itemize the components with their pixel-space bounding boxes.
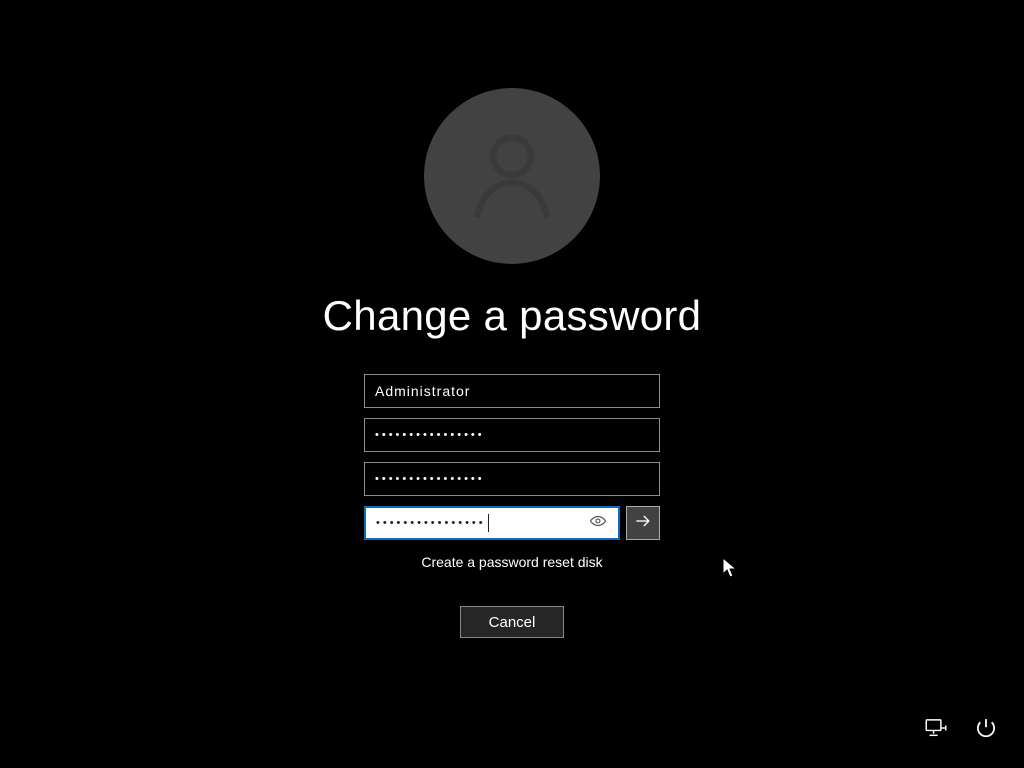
power-button[interactable] [972, 716, 1000, 744]
reset-disk-link[interactable]: Create a password reset disk [421, 554, 602, 570]
corner-controls [922, 716, 1000, 744]
eye-icon [589, 512, 607, 535]
old-password-field[interactable]: •••••••••••••••• [364, 418, 660, 452]
change-password-panel: Change a password •••••••••••••••• •••••… [0, 88, 1024, 638]
text-caret [488, 514, 489, 532]
network-button[interactable] [922, 716, 950, 744]
user-avatar [424, 88, 600, 264]
submit-button[interactable] [626, 506, 660, 540]
page-title: Change a password [323, 292, 702, 340]
network-icon [923, 715, 949, 746]
confirm-password-row: •••••••••••••••• [364, 506, 660, 540]
password-form: •••••••••••••••• •••••••••••••••• ••••••… [364, 374, 660, 540]
new-password-field[interactable]: •••••••••••••••• [364, 462, 660, 496]
confirm-password-mask: •••••••••••••••• [376, 517, 486, 529]
cancel-button[interactable]: Cancel [460, 606, 565, 638]
old-password-mask: •••••••••••••••• [375, 429, 485, 441]
username-field[interactable] [364, 374, 660, 408]
arrow-right-icon [633, 511, 653, 536]
power-icon [973, 715, 999, 746]
confirm-password-field[interactable]: •••••••••••••••• [364, 506, 620, 540]
reveal-password-button[interactable] [584, 508, 612, 538]
user-icon [460, 122, 564, 231]
cancel-button-label: Cancel [489, 614, 536, 631]
username-input[interactable] [375, 383, 649, 399]
new-password-mask: •••••••••••••••• [375, 473, 485, 485]
